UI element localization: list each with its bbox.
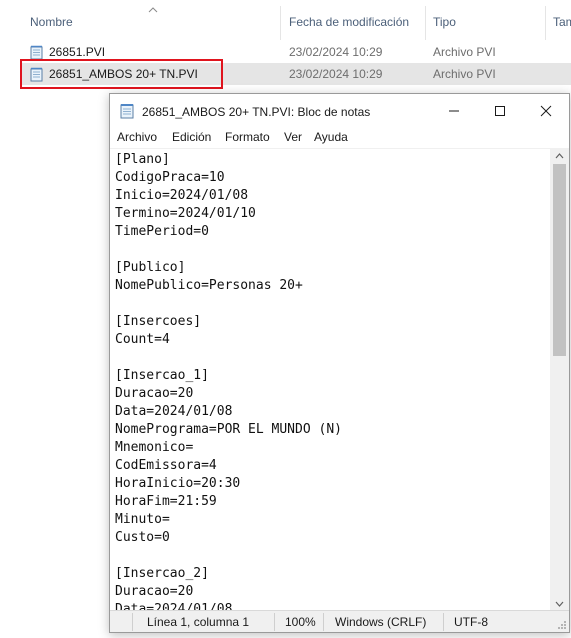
- text-line: NomePublico=Personas 20+: [115, 278, 303, 293]
- menu-archivo[interactable]: Archivo: [117, 130, 157, 144]
- text-line: [Publico]: [115, 260, 186, 275]
- column-divider[interactable]: [425, 6, 426, 40]
- minimize-button[interactable]: [431, 94, 477, 128]
- column-header-row: Nombre Fecha de modificación Tipo Tam: [0, 0, 571, 40]
- text-line: HoraInicio=20:30: [115, 476, 241, 491]
- close-button[interactable]: [523, 94, 569, 128]
- cursor-position: Línea 1, columna 1: [147, 615, 250, 629]
- red-highlight-box: [20, 59, 223, 89]
- resize-grip-icon[interactable]: [557, 620, 567, 630]
- text-line: [Insercao_1]: [115, 368, 209, 383]
- text-line: NomePrograma=POR EL MUNDO (N): [115, 422, 342, 437]
- maximize-button[interactable]: [477, 94, 523, 128]
- column-name-header[interactable]: Nombre: [30, 15, 73, 29]
- line-ending: Windows (CRLF): [335, 615, 427, 629]
- column-modified-header[interactable]: Fecha de modificación: [289, 15, 409, 29]
- file-date: 23/02/2024 10:29: [289, 67, 383, 81]
- text-file-icon: [30, 45, 43, 60]
- zoom-level: 100%: [285, 615, 316, 629]
- menu-ayuda[interactable]: Ayuda: [314, 130, 348, 144]
- window-title: 26851_AMBOS 20+ TN.PVI: Bloc de notas: [142, 105, 371, 119]
- file-type: Archivo PVI: [433, 67, 496, 81]
- text-line: Duracao=20: [115, 584, 194, 599]
- column-type-header[interactable]: Tipo: [433, 15, 456, 29]
- column-divider[interactable]: [545, 6, 546, 40]
- sort-ascending-icon[interactable]: [148, 6, 158, 14]
- menu-bar: Archivo Edición Formato Ver Ayuda: [110, 128, 569, 148]
- menu-edicion[interactable]: Edición: [172, 130, 211, 144]
- text-line: Custo=0: [115, 530, 170, 545]
- text-line: Count=4: [115, 332, 170, 347]
- file-date: 23/02/2024 10:29: [289, 45, 383, 59]
- text-line: Mnemonico=: [115, 440, 194, 455]
- text-line: TimePeriod=0: [115, 224, 209, 239]
- text-line: CodigoPraca=10: [115, 170, 225, 185]
- file-name: 26851.PVI: [49, 45, 106, 59]
- scroll-up-icon[interactable]: [555, 153, 564, 159]
- encoding: UTF-8: [454, 615, 488, 629]
- column-size-header[interactable]: Tam: [553, 15, 571, 29]
- text-line: Inicio=2024/01/08: [115, 188, 249, 203]
- close-icon: [540, 105, 552, 117]
- status-divider: [443, 613, 444, 631]
- menu-formato[interactable]: Formato: [225, 130, 270, 144]
- text-line: [Insercao_2]: [115, 566, 209, 581]
- text-line: Duracao=20: [115, 386, 194, 401]
- status-divider: [274, 613, 275, 631]
- title-bar[interactable]: 26851_AMBOS 20+ TN.PVI: Bloc de notas: [110, 94, 569, 128]
- notepad-window: 26851_AMBOS 20+ TN.PVI: Bloc de notas Ar…: [109, 93, 570, 633]
- status-bar: Línea 1, columna 1 100% Windows (CRLF) U…: [110, 610, 569, 632]
- text-line: CodEmissora=4: [115, 458, 217, 473]
- text-editor[interactable]: [Plano] CodigoPraca=10 Inicio=2024/01/08 Te…: [110, 148, 551, 612]
- menu-ver[interactable]: Ver: [284, 130, 302, 144]
- text-line: Data=2024/01/08: [115, 404, 233, 419]
- minimize-icon: [449, 110, 459, 112]
- text-line: Termino=2024/01/10: [115, 206, 256, 221]
- notepad-icon: [120, 104, 134, 119]
- column-divider[interactable]: [280, 6, 281, 40]
- file-type: Archivo PVI: [433, 45, 496, 59]
- text-line: [Insercoes]: [115, 314, 202, 329]
- status-divider: [323, 613, 324, 631]
- text-line: HoraFim=21:59: [115, 494, 217, 509]
- maximize-icon: [495, 106, 505, 116]
- scroll-down-icon[interactable]: [555, 601, 564, 607]
- text-line: Minuto=: [115, 512, 170, 527]
- vertical-scrollbar[interactable]: [550, 148, 569, 612]
- scroll-thumb[interactable]: [553, 164, 566, 356]
- status-divider: [132, 613, 133, 631]
- text-line: [Plano]: [115, 152, 170, 167]
